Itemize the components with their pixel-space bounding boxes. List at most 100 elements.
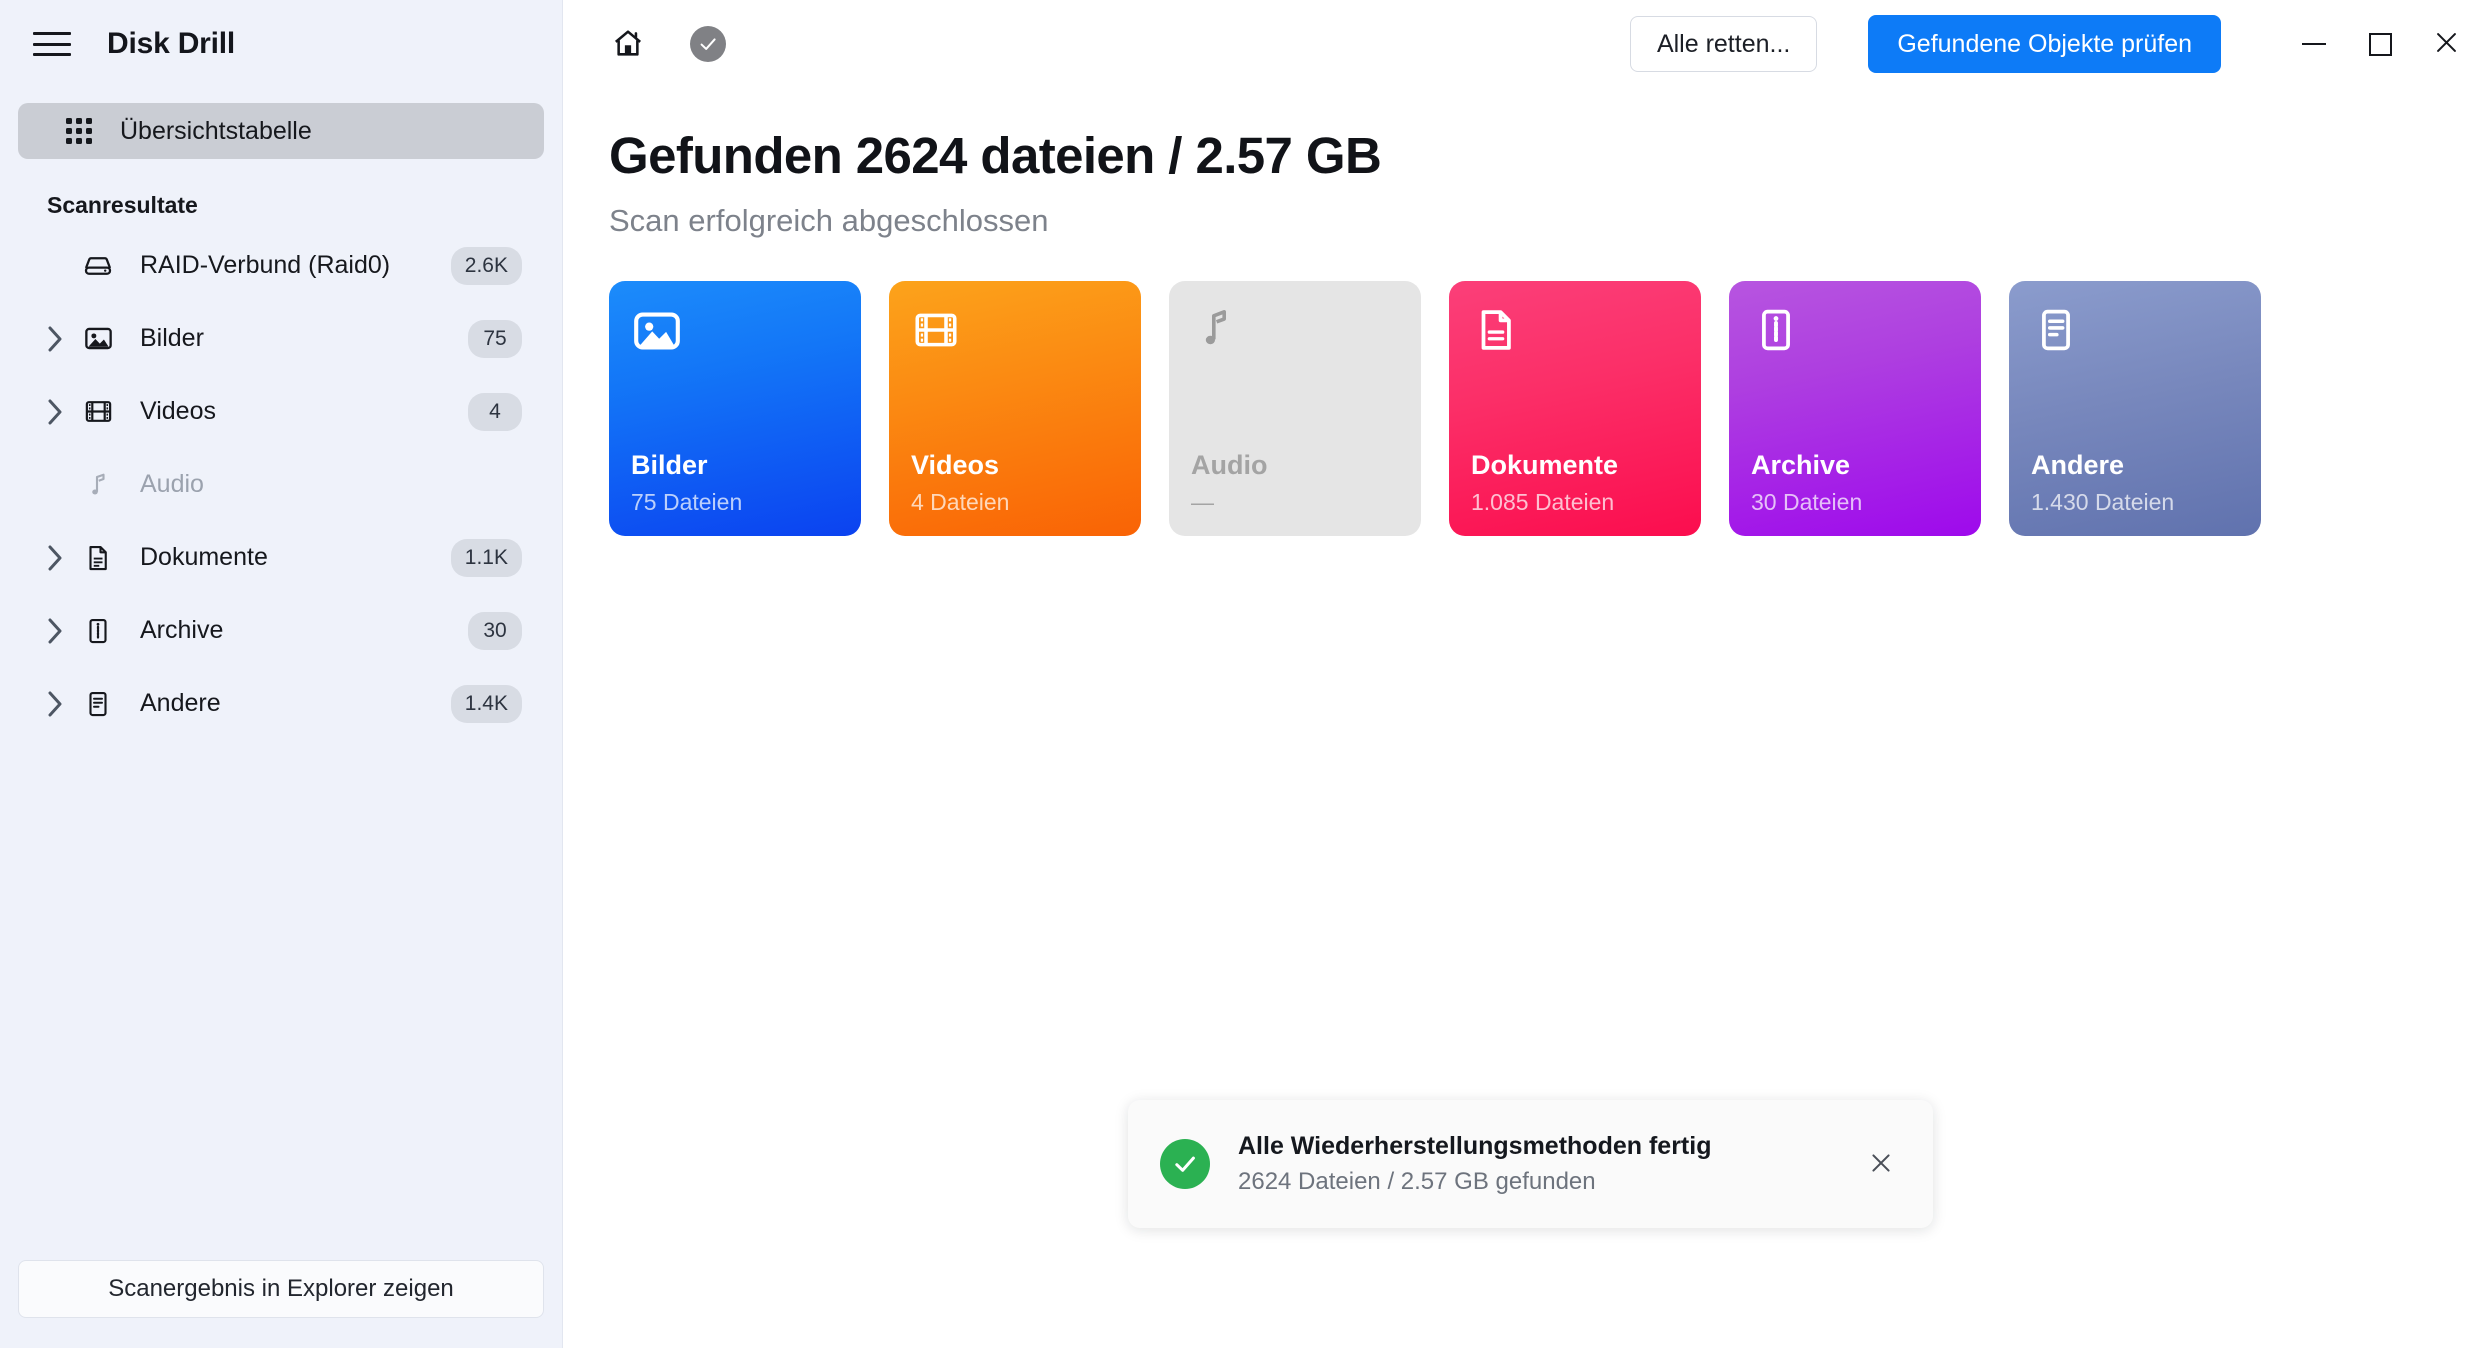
image-icon	[74, 323, 122, 354]
sidebar-item-badge: 1.4K	[450, 684, 522, 723]
minimize-icon	[2302, 43, 2326, 45]
card-spacer	[1751, 375, 1959, 449]
check-circle-icon	[1160, 1139, 1210, 1189]
minimize-button[interactable]	[2281, 13, 2347, 75]
category-card-count: 1.085 Dateien	[1471, 489, 1615, 515]
toast-close-button[interactable]	[1857, 1140, 1905, 1188]
hamburger-menu-icon[interactable]	[33, 29, 71, 59]
sidebar-item-label: Andere	[140, 689, 221, 717]
sidebar-item-videos[interactable]: Videos 4	[18, 375, 544, 448]
chevron-right-icon[interactable]	[40, 691, 70, 717]
category-card-videos[interactable]: Videos 4 Dateien	[889, 281, 1141, 536]
document-icon	[74, 543, 122, 573]
category-card-title: Archive	[1751, 450, 1851, 481]
card-spacer	[631, 375, 839, 449]
home-button[interactable]	[605, 21, 651, 67]
sidebar-item-badge: 75	[468, 319, 522, 358]
category-card-audio: Audio —	[1169, 281, 1421, 536]
sidebar-nav-top: Übersichtstabelle	[0, 103, 562, 159]
sidebar-footer: Scanergebnis in Explorer zeigen	[0, 1260, 562, 1348]
page-subtitle: Scan erfolgreich abgeschlossen	[609, 203, 1049, 238]
category-card-count: 4 Dateien	[911, 489, 1010, 515]
category-card-title: Andere	[2031, 450, 2125, 481]
card-spacer	[1471, 375, 1679, 449]
close-button[interactable]	[2413, 13, 2479, 75]
sidebar-item-label: Bilder	[140, 324, 204, 352]
sidebar-item-dokumente[interactable]: Dokumente 1.1K	[18, 521, 544, 594]
sidebar-item-badge: 30	[468, 611, 522, 650]
card-spacer	[1191, 375, 1399, 449]
page-title: Gefunden 2624 dateien / 2.57 GB	[609, 127, 1382, 184]
check-circle-icon	[690, 26, 726, 62]
sidebar-item-label: Archive	[140, 616, 224, 644]
sidebar-item-badge: 2.6K	[450, 246, 522, 285]
sidebar-item-archive[interactable]: Archive 30	[18, 594, 544, 667]
archive-zip-icon	[1751, 305, 1959, 375]
recover-all-button[interactable]: Alle retten...	[1629, 16, 1818, 72]
chevron-right-icon[interactable]	[40, 545, 70, 571]
toast-body: Alle Wiederherstellungsmethoden fertig 2…	[1238, 1132, 1829, 1196]
card-spacer	[911, 375, 1119, 449]
sidebar-item-raid-verbund[interactable]: RAID-Verbund (Raid0) 2.6K	[18, 229, 544, 302]
category-card-title: Audio	[1191, 450, 1268, 481]
category-card-bilder[interactable]: Bilder 75 Dateien	[609, 281, 861, 536]
card-spacer	[2031, 375, 2239, 449]
category-card-count: 75 Dateien	[631, 489, 743, 515]
maximize-button[interactable]	[2347, 13, 2413, 75]
maximize-icon	[2368, 32, 2392, 56]
category-card-title: Dokumente	[1471, 450, 1619, 481]
category-card-count: —	[1191, 489, 1214, 515]
music-note-icon	[74, 470, 122, 500]
chevron-right-icon[interactable]	[40, 618, 70, 644]
sidebar-header: Disk Drill	[0, 0, 562, 88]
window-controls	[2281, 13, 2479, 75]
category-card-title: Bilder	[631, 450, 708, 481]
sidebar-item-badge: 1.1K	[450, 538, 522, 577]
category-card-title: Videos	[911, 450, 1000, 481]
image-icon	[631, 305, 839, 375]
sidebar-item-label: Dokumente	[140, 543, 268, 571]
app-window: Disk Drill Übersichtstabelle Scanresulta…	[0, 0, 2485, 1348]
home-icon	[611, 26, 645, 63]
chevron-right-icon[interactable]	[40, 326, 70, 352]
sidebar-item-audio: Audio	[18, 448, 544, 521]
sidebar-item-andere[interactable]: Andere 1.4K	[18, 667, 544, 740]
sidebar-item-badge: 4	[468, 392, 522, 431]
sidebar: Disk Drill Übersichtstabelle Scanresulta…	[0, 0, 563, 1348]
category-card-dokumente[interactable]: Dokumente 1.085 Dateien	[1449, 281, 1701, 536]
sidebar-item-bilder[interactable]: Bilder 75	[18, 302, 544, 375]
category-card-count: 30 Dateien	[1751, 489, 1863, 515]
results-panel: Gefunden 2624 dateien / 2.57 GB Scan erf…	[563, 88, 2485, 536]
category-card-count: 1.430 Dateien	[2031, 489, 2175, 515]
film-icon	[74, 396, 122, 427]
scan-status-button[interactable]	[685, 21, 731, 67]
archive-zip-icon	[74, 616, 122, 646]
sidebar-item-label: RAID-Verbund (Raid0)	[140, 251, 391, 279]
drive-icon	[74, 250, 122, 282]
file-lines-icon	[2031, 305, 2239, 375]
chevron-right-icon[interactable]	[40, 399, 70, 425]
app-title: Disk Drill	[107, 27, 236, 60]
category-card-andere[interactable]: Andere 1.430 Dateien	[2009, 281, 2261, 536]
file-lines-icon	[74, 689, 122, 719]
sidebar-item-overview[interactable]: Übersichtstabelle	[18, 103, 544, 159]
sidebar-item-overview-label: Übersichtstabelle	[120, 116, 312, 145]
grid-icon	[66, 118, 92, 144]
sidebar-item-label: Audio	[140, 470, 204, 498]
show-scan-result-in-explorer-button[interactable]: Scanergebnis in Explorer zeigen	[18, 1260, 544, 1318]
toast-title: Alle Wiederherstellungsmethoden fertig	[1238, 1132, 1712, 1160]
review-found-items-button[interactable]: Gefundene Objekte prüfen	[1868, 15, 2221, 73]
music-note-icon	[1191, 305, 1399, 375]
sidebar-item-label: Videos	[140, 397, 216, 425]
toast-subtitle: 2624 Dateien / 2.57 GB gefunden	[1238, 1168, 1596, 1195]
document-icon	[1471, 305, 1679, 375]
toolbar: Alle retten... Gefundene Objekte prüfen	[563, 0, 2485, 88]
film-icon	[911, 305, 1119, 375]
close-icon	[1868, 1150, 1894, 1179]
close-icon	[2433, 29, 2460, 59]
category-card-archive[interactable]: Archive 30 Dateien	[1729, 281, 1981, 536]
sidebar-section-title: Scanresultate	[47, 192, 198, 218]
sidebar-scan-results-list: RAID-Verbund (Raid0) 2.6K Bilder 75 Vide…	[0, 229, 562, 740]
file-category-cards: Bilder 75 Dateien Videos 4 Dateien Audio…	[609, 281, 2485, 536]
toast-notification: Alle Wiederherstellungsmethoden fertig 2…	[1128, 1100, 1933, 1228]
